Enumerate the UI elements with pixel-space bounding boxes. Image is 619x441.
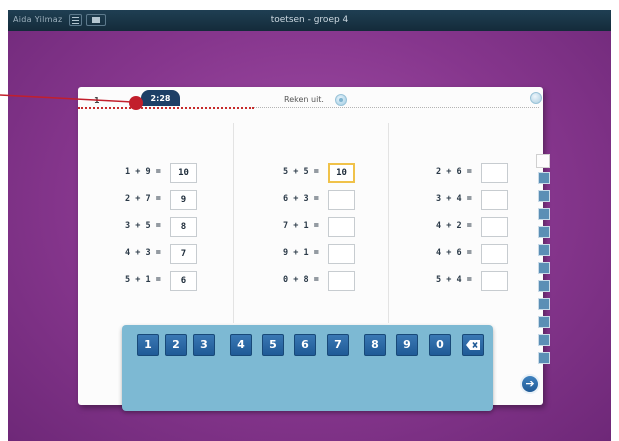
sum-row: 3 + 4 = bbox=[436, 190, 526, 210]
page-tab[interactable] bbox=[538, 298, 550, 310]
sum-row: 2 + 7 = 9 bbox=[125, 190, 215, 210]
page-tab[interactable] bbox=[538, 316, 550, 328]
sum-expression: 5 + 1 = bbox=[125, 275, 161, 285]
sum-row: 7 + 1 = bbox=[283, 217, 373, 237]
app-window: Aida Yilmaz toetsen - groep 4 1 2:28 Rek… bbox=[8, 10, 611, 441]
page-tab[interactable] bbox=[538, 280, 550, 292]
key-2[interactable]: 2 bbox=[165, 334, 187, 356]
page-tab[interactable] bbox=[538, 334, 550, 346]
sum-row: 2 + 6 = bbox=[436, 163, 526, 183]
sum-expression: 4 + 3 = bbox=[125, 248, 161, 258]
sum-row: 4 + 2 = bbox=[436, 217, 526, 237]
answer-box[interactable] bbox=[481, 190, 508, 210]
callout-line bbox=[0, 94, 133, 103]
sum-expression: 3 + 4 = bbox=[436, 194, 472, 204]
app-title: toetsen - groep 4 bbox=[270, 15, 349, 25]
sum-expression: 7 + 1 = bbox=[283, 221, 319, 231]
page-tab[interactable] bbox=[538, 190, 550, 202]
sum-row: 0 + 8 = bbox=[283, 271, 373, 291]
key-8[interactable]: 8 bbox=[364, 334, 386, 356]
sum-row: 5 + 5 = 10 bbox=[283, 163, 373, 183]
help-icon[interactable] bbox=[530, 92, 542, 104]
sum-row: 4 + 6 = bbox=[436, 244, 526, 264]
speaker-icon[interactable] bbox=[335, 94, 347, 106]
instruction-text: Reken uit. bbox=[284, 95, 324, 104]
answer-box[interactable] bbox=[481, 217, 508, 237]
sum-row: 1 + 9 = 10 bbox=[125, 163, 215, 183]
column-divider bbox=[388, 123, 389, 323]
sum-expression: 5 + 4 = bbox=[436, 275, 472, 285]
key-3[interactable]: 3 bbox=[193, 334, 215, 356]
sum-row: 5 + 4 = bbox=[436, 271, 526, 291]
key-7[interactable]: 7 bbox=[327, 334, 349, 356]
answer-box[interactable] bbox=[328, 217, 355, 237]
next-button[interactable]: ➔ bbox=[520, 374, 540, 394]
sum-expression: 2 + 7 = bbox=[125, 194, 161, 204]
answer-box[interactable] bbox=[481, 163, 508, 183]
title-bar: Aida Yilmaz toetsen - groep 4 bbox=[8, 10, 611, 31]
number-keypad: 1 2 3 4 5 6 7 8 9 0 bbox=[122, 325, 493, 411]
key-5[interactable]: 5 bbox=[262, 334, 284, 356]
answer-box[interactable] bbox=[328, 271, 355, 291]
answer-box[interactable] bbox=[328, 190, 355, 210]
sum-row: 4 + 3 = 7 bbox=[125, 244, 215, 264]
sum-expression: 3 + 5 = bbox=[125, 221, 161, 231]
key-0[interactable]: 0 bbox=[429, 334, 451, 356]
key-1[interactable]: 1 bbox=[137, 334, 159, 356]
key-9[interactable]: 9 bbox=[396, 334, 418, 356]
callout-marker bbox=[129, 96, 143, 110]
answer-box-active[interactable]: 10 bbox=[328, 163, 355, 183]
sum-expression: 4 + 6 = bbox=[436, 248, 472, 258]
arrow-right-icon: ➔ bbox=[525, 377, 535, 390]
timer-value: 2:28 bbox=[150, 94, 171, 103]
page-tab[interactable] bbox=[538, 226, 550, 238]
sum-row: 3 + 5 = 8 bbox=[125, 217, 215, 237]
sum-expression: 5 + 5 = bbox=[283, 167, 319, 177]
sum-expression: 1 + 9 = bbox=[125, 167, 161, 177]
answer-box[interactable]: 9 bbox=[170, 190, 197, 210]
page-tab[interactable] bbox=[538, 262, 550, 274]
answer-box[interactable] bbox=[481, 271, 508, 291]
sum-row: 9 + 1 = bbox=[283, 244, 373, 264]
page-tab[interactable] bbox=[538, 352, 550, 364]
answer-box[interactable] bbox=[481, 244, 508, 264]
key-4[interactable]: 4 bbox=[230, 334, 252, 356]
sum-expression: 4 + 2 = bbox=[436, 221, 472, 231]
page-tab[interactable] bbox=[538, 208, 550, 220]
answer-box[interactable] bbox=[328, 244, 355, 264]
remaining-dotted-line bbox=[254, 107, 539, 108]
sum-row: 5 + 1 = 6 bbox=[125, 271, 215, 291]
page-tab[interactable] bbox=[538, 172, 550, 184]
key-6[interactable]: 6 bbox=[294, 334, 316, 356]
progress-dotted-line bbox=[78, 107, 254, 109]
answer-box[interactable]: 10 bbox=[170, 163, 197, 183]
answer-box[interactable]: 8 bbox=[170, 217, 197, 237]
page-tabs bbox=[536, 154, 552, 364]
answer-box[interactable]: 7 bbox=[170, 244, 197, 264]
answer-box[interactable]: 6 bbox=[170, 271, 197, 291]
sum-row: 6 + 3 = bbox=[283, 190, 373, 210]
backspace-icon[interactable] bbox=[462, 334, 484, 356]
timer-tab: 2:28 bbox=[141, 90, 180, 106]
sum-expression: 6 + 3 = bbox=[283, 194, 319, 204]
column-divider bbox=[233, 123, 234, 323]
sum-expression: 9 + 1 = bbox=[283, 248, 319, 258]
sum-expression: 2 + 6 = bbox=[436, 167, 472, 177]
page-tab[interactable] bbox=[538, 244, 550, 256]
sum-expression: 0 + 8 = bbox=[283, 275, 319, 285]
page-tab-current[interactable] bbox=[536, 154, 550, 168]
